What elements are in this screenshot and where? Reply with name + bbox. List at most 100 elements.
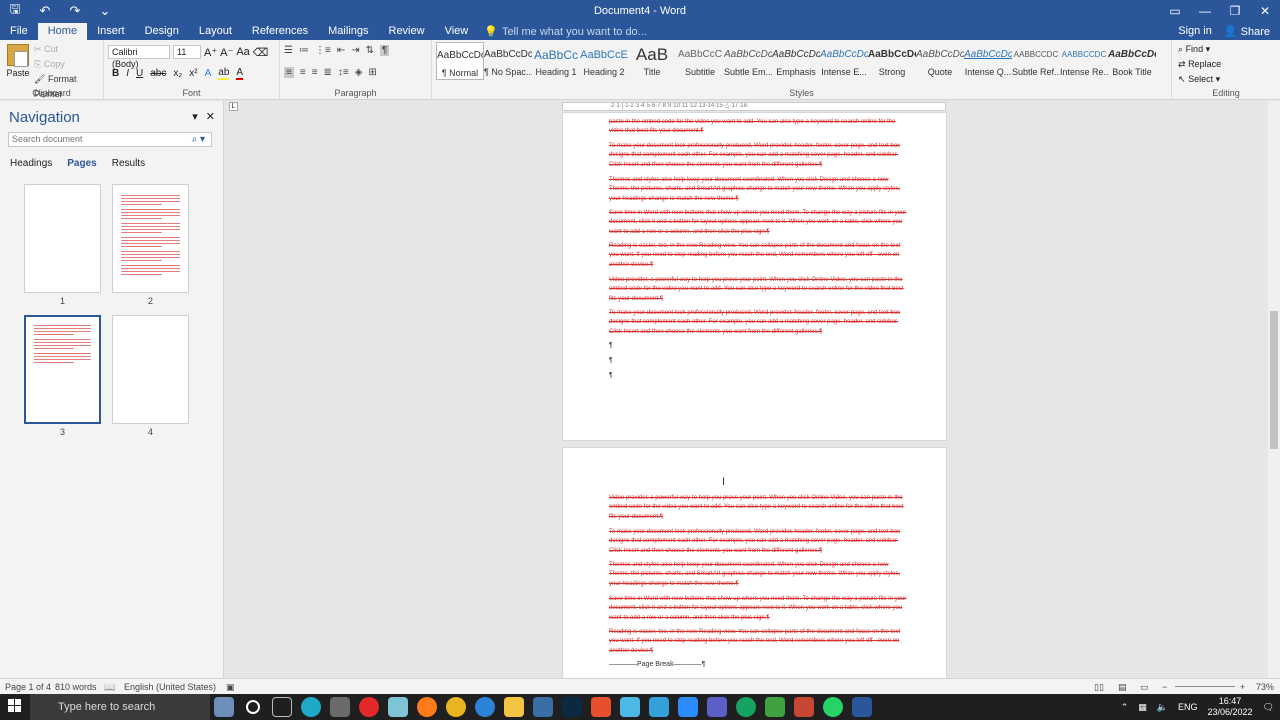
web-layout-icon[interactable]: ▭ — [1140, 682, 1149, 693]
sort-icon[interactable]: ⇅ — [366, 45, 374, 56]
tab-home[interactable]: Home — [37, 23, 88, 40]
undo-icon[interactable]: ↶ — [30, 3, 60, 19]
nav-tab-results[interactable]: Results — [112, 158, 145, 169]
superscript-icon[interactable]: x² — [189, 68, 197, 79]
change-case-icon[interactable]: Aa — [236, 46, 249, 58]
tab-selector[interactable]: L — [229, 102, 238, 111]
telegram-icon[interactable] — [649, 697, 669, 717]
style-intense-quote[interactable]: AaBbCcDc Intense Q... — [964, 42, 1012, 80]
tab-references[interactable]: References — [242, 23, 318, 40]
paragraph[interactable]: To make your document look professionall… — [609, 309, 909, 337]
chrome-icon[interactable] — [446, 697, 466, 717]
tab-view[interactable]: View — [435, 23, 479, 40]
volume-icon[interactable]: 🔈 — [1157, 702, 1168, 713]
style-subtle-emphasis[interactable]: AaBbCcDc Subtle Em... — [724, 42, 772, 80]
teams-icon[interactable] — [707, 697, 727, 717]
app-icon[interactable] — [765, 697, 785, 717]
align-right-icon[interactable]: ≡ — [312, 67, 318, 78]
page-thumbnail-4[interactable] — [112, 315, 189, 424]
borders-icon[interactable]: ⊞ — [368, 67, 376, 78]
paragraph[interactable]: Video provides a powerful way to help yo… — [609, 494, 909, 522]
customize-qa-icon[interactable]: ⌄ — [90, 3, 120, 19]
tab-mailings[interactable]: Mailings — [318, 23, 378, 40]
document-page-4[interactable]: I Video provides a powerful way to help … — [562, 447, 947, 679]
paragraph[interactable]: Themes and styles also help keep your do… — [609, 176, 909, 204]
font-color-icon[interactable]: A — [236, 67, 244, 80]
decrease-indent-icon[interactable]: ⇤ — [337, 45, 345, 56]
show-marks-icon[interactable]: ¶ — [379, 45, 390, 56]
scrollbar-thumb[interactable] — [1270, 311, 1278, 449]
page-thumbnail-3[interactable] — [24, 315, 101, 424]
bullets-icon[interactable]: ☰ — [284, 45, 293, 56]
italic-icon[interactable]: I — [126, 68, 129, 79]
word-count-status[interactable]: 810 words — [55, 682, 97, 692]
zoom-icon[interactable] — [678, 697, 698, 717]
save-icon[interactable]: 🖫 — [0, 0, 30, 22]
style-heading-1[interactable]: AaBbCc Heading 1 — [532, 42, 580, 80]
style-book-title[interactable]: AaBbCcDc Book Title — [1108, 42, 1156, 80]
word-icon[interactable] — [852, 697, 872, 717]
shrink-font-icon[interactable]: A⁻ — [220, 46, 233, 59]
clock[interactable]: 16:47 23/06/2022 — [1208, 696, 1253, 718]
find-button[interactable]: ⌕ Find ▾ — [1178, 42, 1221, 57]
paragraph[interactable]: Save time in Word with new buttons that … — [609, 209, 909, 237]
style-emphasis[interactable]: AaBbCcDc Emphasis — [772, 42, 820, 80]
paragraph[interactable]: paste in the embed code for the video yo… — [609, 118, 909, 137]
justify-icon[interactable]: ≣ — [324, 67, 332, 78]
shading-icon[interactable]: ◈ — [355, 67, 363, 78]
style-title[interactable]: AaB Title — [628, 42, 676, 80]
app-icon[interactable] — [388, 697, 408, 717]
paragraph[interactable]: To make your document look professionall… — [609, 528, 909, 556]
page-break-marker[interactable]: ————Page Break————¶ — [609, 661, 705, 668]
style-strong[interactable]: AaBbCcDc Strong — [868, 42, 916, 80]
copy-button[interactable]: ⎘ Copy — [34, 57, 103, 72]
edge-icon[interactable] — [301, 697, 321, 717]
nav-tab-pages[interactable]: Pages — [67, 158, 96, 169]
paragraph[interactable]: To make your document look professionall… — [609, 142, 909, 170]
page-count-status[interactable]: Page 1 of 4 — [5, 682, 51, 692]
paragraph[interactable]: Reading is easier, too, in the new Readi… — [609, 628, 909, 656]
zoom-out-icon[interactable]: − — [1162, 682, 1167, 692]
line-spacing-icon[interactable]: ↕≡ — [338, 67, 349, 78]
chevron-up-icon[interactable]: ⌃ — [1121, 702, 1129, 713]
paragraph-mark[interactable]: ¶ — [609, 357, 613, 364]
text-effects-icon[interactable]: A — [205, 68, 212, 79]
input-language[interactable]: ENG — [1178, 702, 1198, 712]
photos-icon[interactable] — [533, 697, 553, 717]
task-view-icon[interactable] — [272, 697, 292, 717]
network-icon[interactable]: ▦ — [1138, 702, 1147, 713]
numbering-icon[interactable]: ≔ — [299, 45, 309, 56]
opera-icon[interactable] — [359, 697, 379, 717]
proofing-icon[interactable]: 📖 — [104, 682, 115, 693]
horizontal-ruler[interactable]: ·2·1·|·1·2·3·4·5·6·7·8·9·10·11·12·13·14·… — [562, 102, 946, 111]
style-normal[interactable]: AaBbCcDc ¶ Normal — [436, 42, 484, 80]
multilevel-list-icon[interactable]: ⋮≡ — [315, 45, 331, 56]
file-explorer-icon[interactable] — [504, 697, 524, 717]
whatsapp-icon[interactable] — [823, 697, 843, 717]
subscript-icon[interactable]: x₂ — [173, 68, 182, 79]
style-intense-reference[interactable]: AABBCCDC Intense Re... — [1060, 42, 1108, 80]
tab-layout[interactable]: Layout — [189, 23, 242, 40]
style-no-spacing[interactable]: AaBbCcDc ¶ No Spac... — [484, 42, 532, 80]
nav-tab-headings[interactable]: Headings — [10, 158, 52, 169]
font-size-combo[interactable]: 11 — [173, 45, 201, 59]
restore-icon[interactable]: ❐ — [1220, 0, 1250, 22]
paragraph[interactable]: Reading is easier, too, in the new Readi… — [609, 242, 909, 270]
print-layout-icon[interactable]: ▤ — [1118, 682, 1127, 693]
paragraph[interactable]: Video provides a powerful way to help yo… — [609, 276, 909, 304]
photoshop-icon[interactable] — [562, 697, 582, 717]
news-widget-icon[interactable] — [214, 697, 234, 717]
font-name-combo[interactable]: Calibri (Body) — [108, 45, 170, 69]
tab-review[interactable]: Review — [379, 23, 435, 40]
style-intense-emphasis[interactable]: AaBbCcDc Intense E... — [820, 42, 868, 80]
tab-insert[interactable]: Insert — [87, 23, 135, 40]
zoom-level[interactable]: 73% — [1256, 682, 1274, 692]
search-icon[interactable]: ⌕ ▾ — [192, 133, 205, 146]
align-center-icon[interactable]: ≡ — [300, 67, 306, 78]
replace-button[interactable]: ⇄ Replace — [1178, 57, 1221, 72]
strikethrough-icon[interactable]: abc — [150, 68, 166, 79]
sign-in-link[interactable]: Sign in — [1178, 25, 1212, 37]
paragraph-mark[interactable]: ¶ — [609, 342, 613, 349]
app-icon[interactable] — [620, 697, 640, 717]
paragraph-mark[interactable]: ¶ — [609, 372, 613, 379]
